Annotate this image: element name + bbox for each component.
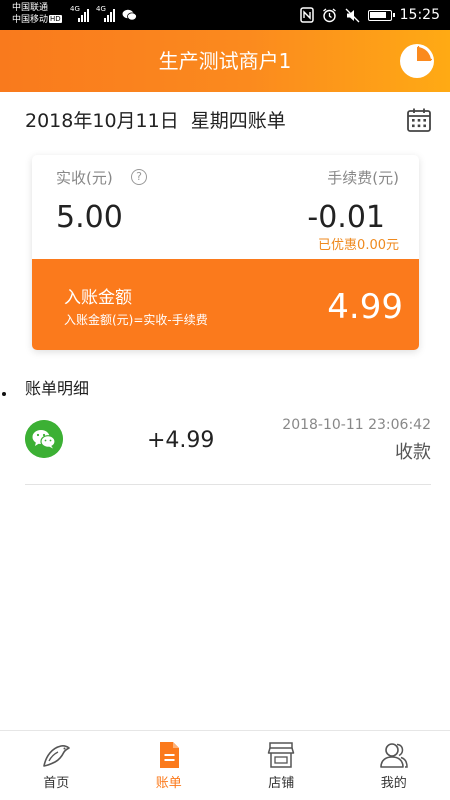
bill-date: 2018年10月11日	[25, 110, 179, 132]
record-time: 2018-10-11 23:06:42	[282, 417, 431, 433]
carrier-info: 中国联通 中国移动 HD	[12, 2, 62, 26]
received-value: 5.00	[56, 200, 123, 235]
nav-item-store[interactable]: 店铺	[225, 731, 338, 800]
fee-label: 手续费(元)	[327, 169, 399, 187]
discount-text: 已优惠0.00元	[318, 238, 399, 253]
carrier-1: 中国联通	[12, 3, 49, 13]
credited-value: 4.99	[327, 287, 403, 327]
status-right: 15:25	[299, 6, 440, 24]
record-status: 收款	[395, 442, 431, 463]
bill-date-title: 2018年10月11日 星期四账单	[25, 108, 286, 134]
wechat-pay-icon	[25, 420, 63, 458]
nav-label-home: 首页	[43, 776, 70, 791]
nav-label-mine: 我的	[380, 776, 407, 791]
mute-icon	[345, 8, 360, 22]
record-amount: +4.99	[147, 428, 215, 453]
status-bar: 中国联通 中国移动 HD 4G 4G 15:25	[0, 0, 450, 30]
bill-weekday-title: 星期四账单	[190, 110, 286, 132]
wechat-notification-icon	[122, 9, 137, 21]
edge-dot	[2, 392, 6, 396]
nav-label-bill: 账单	[155, 776, 182, 791]
bill-details-title: 账单明细	[25, 379, 90, 398]
nav-label-store: 店铺	[268, 776, 295, 791]
calendar-icon[interactable]	[406, 107, 432, 133]
users-icon	[379, 743, 408, 768]
nfc-icon	[299, 7, 314, 23]
carrier-2: 中国移动	[12, 15, 49, 25]
help-icon[interactable]: ?	[131, 169, 147, 185]
summary-card-top: 实收(元) ? 5.00 手续费(元) -0.01 已优惠0.00元	[32, 155, 419, 259]
store-icon	[268, 742, 295, 768]
nav-item-home[interactable]: 首页	[0, 731, 113, 800]
summary-card: 实收(元) ? 5.00 手续费(元) -0.01 已优惠0.00元 入账金额 …	[32, 155, 419, 350]
credited-formula: 入账金额(元)=实收-手续费	[64, 313, 208, 327]
record-divider	[25, 484, 431, 485]
fee-value: -0.01	[307, 200, 385, 235]
pie-chart-icon[interactable]	[399, 43, 435, 79]
battery-icon	[367, 9, 395, 21]
merchant-title: 生产测试商户1	[158, 49, 292, 73]
hd-badge: HD	[49, 15, 62, 23]
nav-item-mine[interactable]: 我的	[338, 731, 450, 800]
bottom-nav: 首页 账单 店铺 我的	[0, 730, 450, 800]
date-row: 2018年10月11日 星期四账单	[0, 92, 450, 150]
home-fish-icon	[43, 745, 71, 767]
credited-label: 入账金额	[64, 288, 132, 308]
alarm-icon	[322, 7, 336, 22]
credited-section: 入账金额 入账金额(元)=实收-手续费 4.99	[32, 259, 419, 350]
nav-item-bill[interactable]: 账单	[113, 731, 226, 800]
status-time: 15:25	[399, 7, 440, 23]
received-label: 实收(元)	[56, 169, 113, 187]
transaction-record[interactable]: +4.99 2018-10-11 23:06:42 收款	[0, 410, 450, 485]
app-header: 生产测试商户1	[0, 30, 450, 92]
bill-icon	[159, 742, 179, 768]
